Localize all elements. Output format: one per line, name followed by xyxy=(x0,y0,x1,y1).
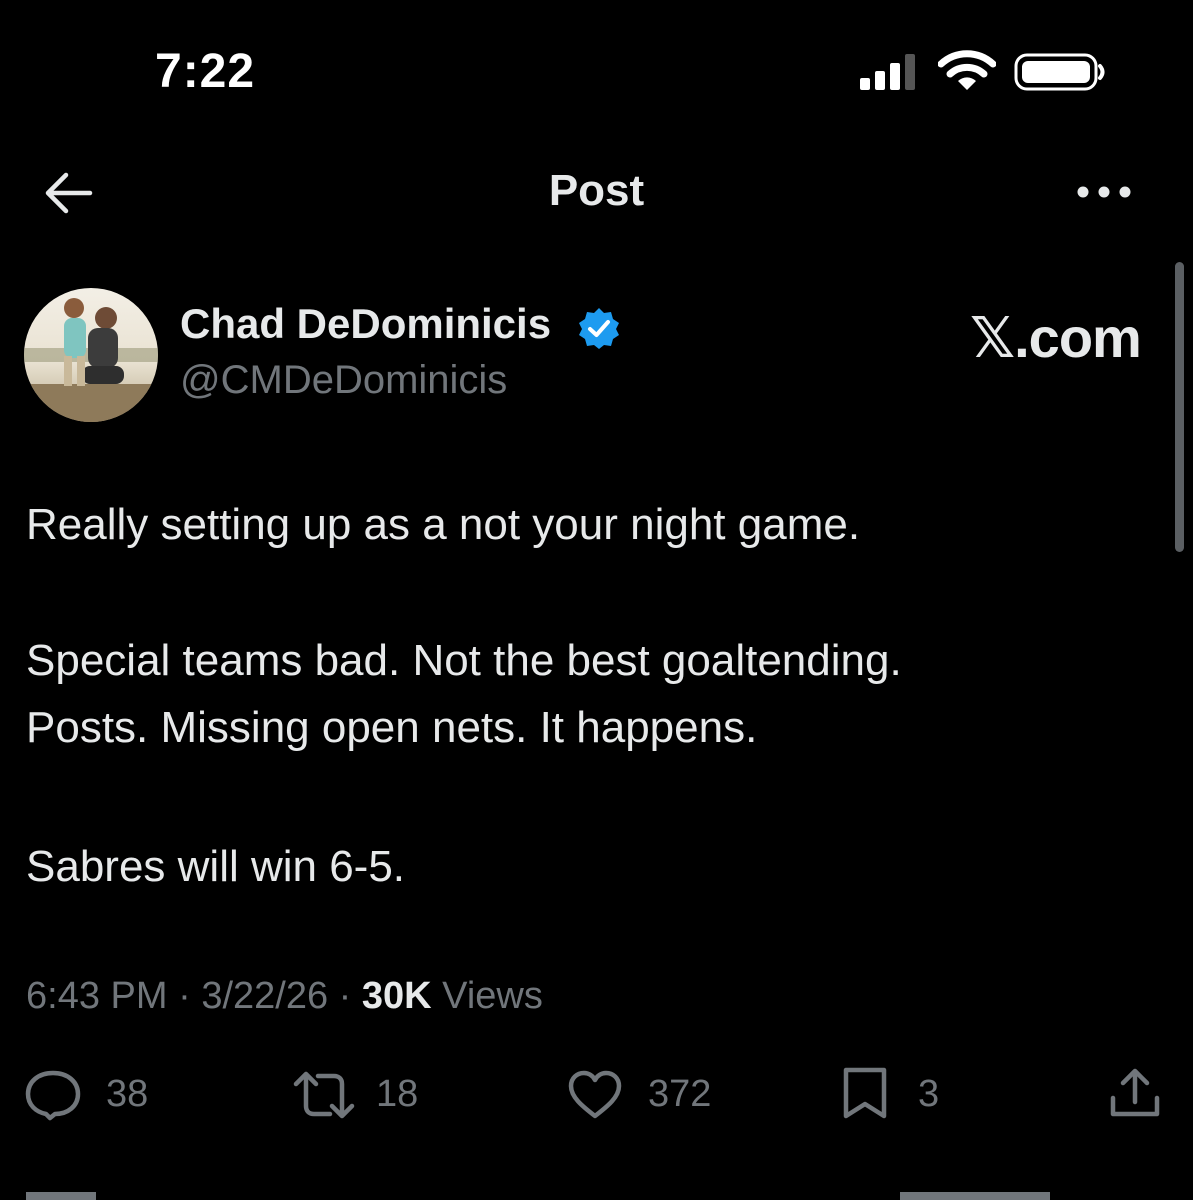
author-handle[interactable]: @CMDeDominicis xyxy=(180,358,507,403)
page-title: Post xyxy=(548,166,645,215)
post-text-line: Posts. Missing open nets. It happens. xyxy=(26,703,758,752)
verified-badge-icon xyxy=(579,308,619,349)
post-time: 6:43 PM xyxy=(26,975,168,1017)
repost-icon[interactable] xyxy=(292,1068,356,1122)
next-section-peek xyxy=(26,1192,1050,1200)
reply-count: 38 xyxy=(106,1073,149,1115)
post-text-line: Sabres will win 6-5. xyxy=(26,842,406,891)
views-label: Views xyxy=(442,975,543,1017)
post-meta: 6:43 PM · 3/22/26 · 30K Views xyxy=(26,975,543,1018)
avatar[interactable] xyxy=(24,288,158,422)
post-text-line: Really setting up as a not your night ga… xyxy=(26,500,861,549)
share-icon[interactable] xyxy=(1106,1066,1164,1120)
more-options-icon[interactable] xyxy=(1074,178,1134,206)
reply-icon[interactable] xyxy=(24,1068,82,1122)
author-name[interactable]: Chad DeDominicis xyxy=(180,300,551,348)
like-heart-icon[interactable] xyxy=(566,1068,624,1122)
status-time: 7:22 xyxy=(155,45,256,98)
repost-count: 18 xyxy=(376,1073,419,1115)
like-count: 372 xyxy=(648,1073,712,1115)
views-count[interactable]: 30K xyxy=(362,975,432,1017)
bookmark-count: 3 xyxy=(918,1073,940,1115)
battery-icon xyxy=(1014,53,1105,91)
wifi-icon xyxy=(938,50,996,90)
post-date: 3/22/26 xyxy=(201,975,329,1017)
post-text-line: Special teams bad. Not the best goaltend… xyxy=(26,636,902,685)
cellular-signal-icon xyxy=(860,54,915,90)
meta-separator: · xyxy=(338,975,352,1017)
meta-separator: · xyxy=(178,975,191,1017)
watermark: 𝕏.com xyxy=(970,306,1142,369)
scrollbar[interactable] xyxy=(1175,262,1184,552)
bookmark-icon[interactable] xyxy=(836,1066,894,1120)
